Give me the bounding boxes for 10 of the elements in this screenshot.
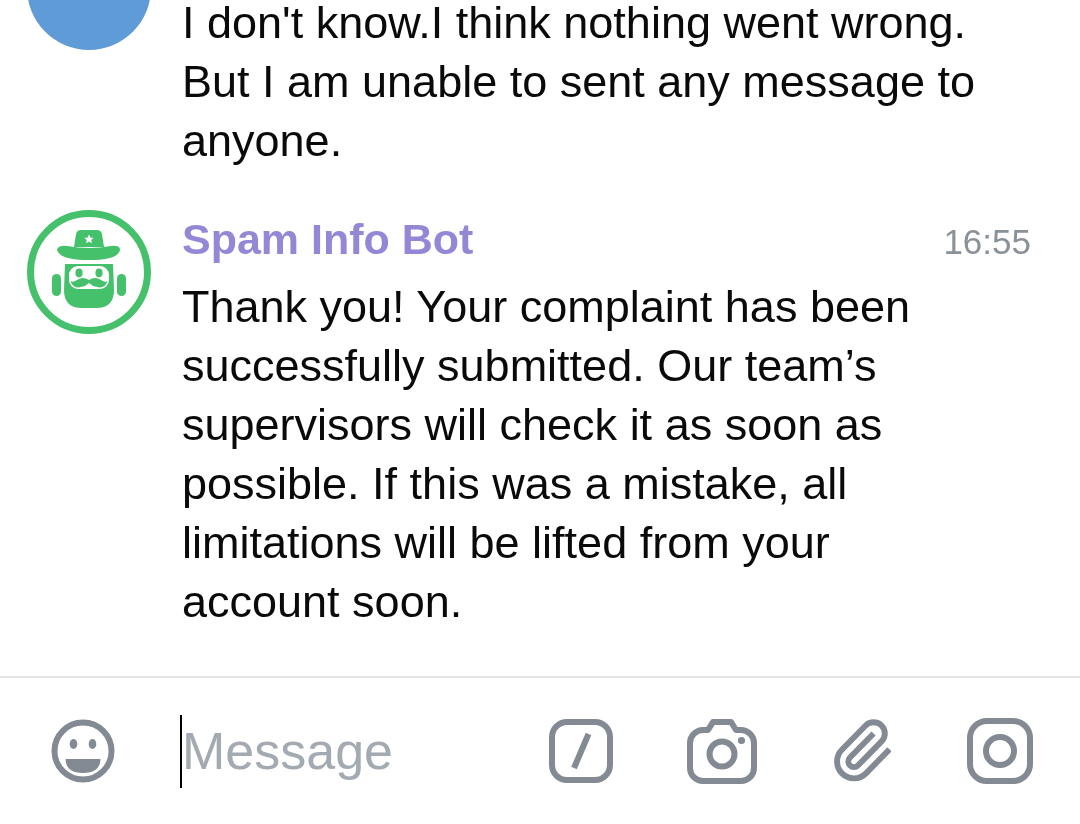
slash-square-icon[interactable] [549,719,613,783]
smiley-icon[interactable] [51,719,115,783]
message-text: Thank you! Your complaint has been successfully submitted. Our team’s supervisors will check it as soon as possible. If this was a mistake, all limitations will be lifted from your account soon. [182,280,911,629]
message-time: 16:55 [943,221,1031,263]
message-text: I don't know.I think nothing went wrong. But I am unable to sent any message to anyone. [182,0,976,168]
sender-name[interactable]: Spam Info Bot [182,210,474,269]
message-input[interactable]: Message [182,714,549,788]
camera-icon[interactable] [686,718,758,784]
cowboy-robot-avatar[interactable] [27,210,151,334]
paperclip-icon[interactable] [834,719,891,783]
